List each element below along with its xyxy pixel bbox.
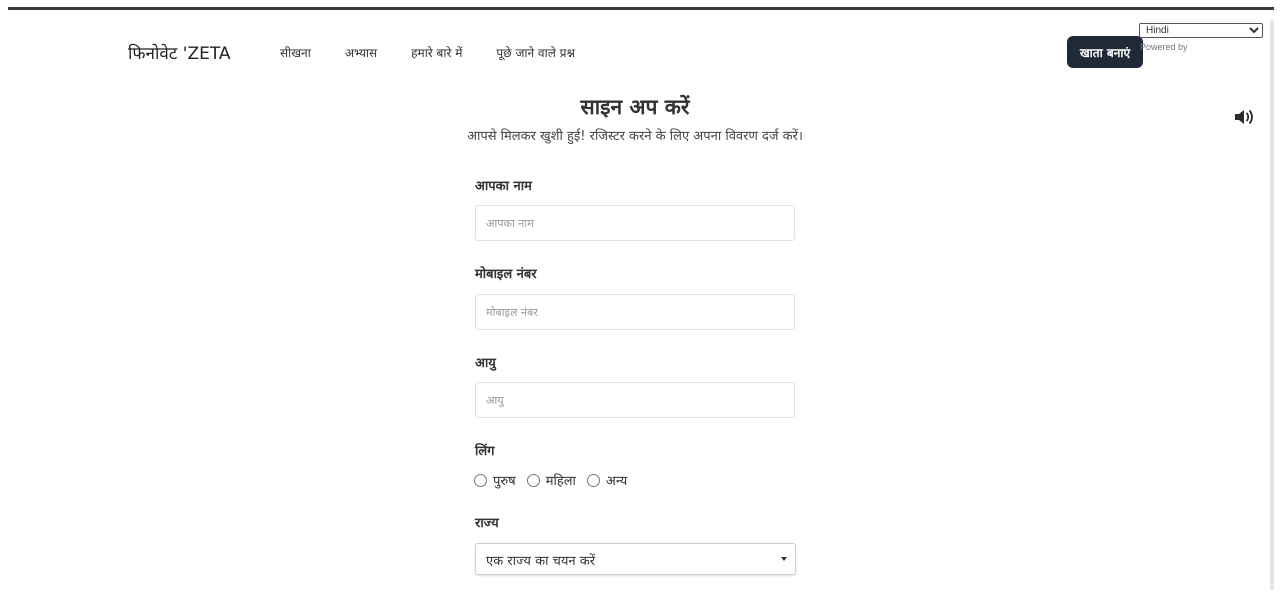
mobile-input[interactable] [475, 294, 795, 330]
top-divider [8, 7, 1274, 10]
name-input[interactable] [475, 205, 795, 241]
scrollbar[interactable] [1270, 20, 1274, 590]
state-label: राज्य [475, 516, 499, 531]
nav-item-about[interactable]: हमारे बारे में [411, 44, 462, 61]
page-title: साइन अप करें [580, 95, 690, 119]
gender-option-other[interactable]: अन्य [586, 471, 628, 489]
page: फिनोवेट 'ZETA सीखना अभ्यास हमारे बारे मे… [0, 0, 1280, 601]
state-select[interactable]: एक राज्य का चयन करें [475, 543, 796, 575]
gender-radio-male[interactable] [474, 473, 487, 487]
state-selected-value: एक राज्य का चयन करें [486, 554, 596, 569]
gender-label: लिंग [475, 444, 495, 459]
create-account-button[interactable]: खाता बनाएं [1067, 36, 1143, 68]
gender-radio-group: पुरुष महिला अन्य [474, 471, 638, 489]
gender-option-female[interactable]: महिला [526, 471, 576, 489]
nav-item-learn[interactable]: सीखना [280, 44, 311, 61]
gender-option-male[interactable]: पुरुष [474, 471, 516, 489]
age-input[interactable] [475, 382, 795, 418]
gender-option-label: महिला [545, 474, 576, 489]
gender-option-label: अन्य [605, 474, 628, 489]
page-subtitle: आपसे मिलकर खुशी हुई! रजिस्टर करने के लिए… [467, 129, 803, 144]
gender-radio-other[interactable] [586, 473, 600, 487]
nav-item-practice[interactable]: अभ्यास [345, 44, 377, 61]
mobile-label: मोबाइल नंबर [475, 267, 537, 282]
caret-down-icon [781, 557, 787, 561]
brand-logo[interactable]: फिनोवेट 'ZETA [128, 41, 231, 64]
language-select[interactable]: Hindi [1139, 23, 1263, 38]
nav-item-faq[interactable]: पूछे जाने वाले प्रश्न [496, 44, 575, 61]
gender-radio-female[interactable] [526, 473, 540, 487]
main-nav: सीखना अभ्यास हमारे बारे में पूछे जाने वा… [280, 44, 575, 61]
name-label: आपका नाम [475, 179, 532, 194]
age-label: आयु [475, 356, 496, 371]
powered-by-text: Powered by [1140, 42, 1188, 52]
gender-option-label: पुरुष [493, 474, 516, 489]
